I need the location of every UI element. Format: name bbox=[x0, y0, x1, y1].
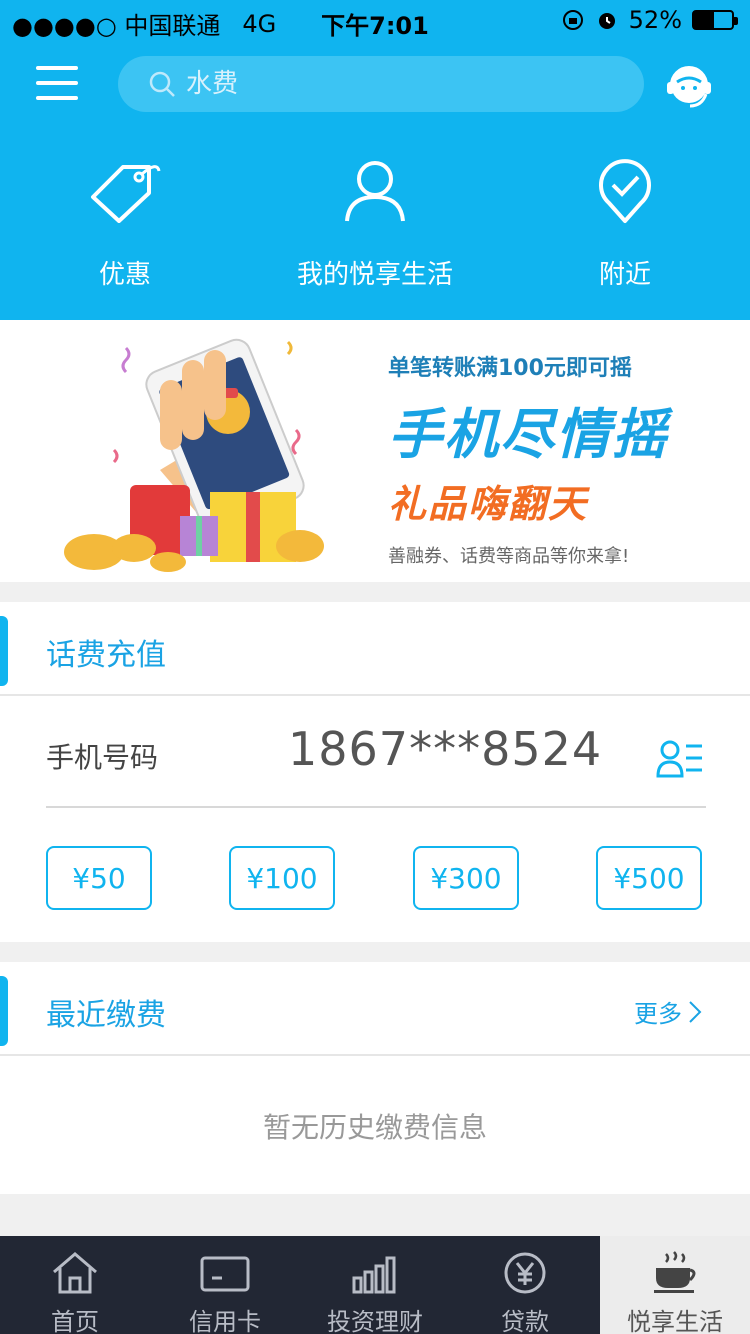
rotation-lock-icon bbox=[562, 10, 583, 30]
phone-number-row[interactable]: 手机号码 1867***8524 bbox=[46, 712, 706, 808]
chevron-right-icon bbox=[689, 1000, 702, 1023]
section-title: 最近缴费 bbox=[46, 998, 166, 1033]
bar-chart-icon bbox=[352, 1256, 396, 1294]
search-input[interactable] bbox=[186, 69, 586, 99]
coffee-cup-icon bbox=[654, 1251, 696, 1293]
recent-payments-card: 最近缴费 更多 暂无历史缴费信息 bbox=[0, 962, 750, 1194]
section-title: 话费充值 bbox=[46, 638, 166, 673]
home-icon bbox=[53, 1252, 97, 1294]
amount-100-button[interactable]: ¥100 bbox=[229, 846, 335, 910]
more-label: 更多 bbox=[634, 1000, 682, 1028]
tab-label: 信用卡 bbox=[189, 1308, 261, 1334]
phone-number-field[interactable]: 1867***8524 bbox=[288, 722, 602, 776]
section-header: 最近缴费 更多 bbox=[0, 962, 750, 1056]
banner-headline: 手机尽情摇 bbox=[388, 403, 668, 466]
amount-300-button[interactable]: ¥300 bbox=[413, 846, 519, 910]
tab-label: 首页 bbox=[51, 1308, 99, 1334]
user-icon bbox=[345, 161, 405, 222]
quick-link-nearby[interactable]: 附近 bbox=[500, 150, 750, 291]
tab-life[interactable]: 悦享生活 bbox=[600, 1236, 750, 1334]
banner-subheadline: 礼品嗨翻天 bbox=[388, 482, 589, 526]
tab-credit-card[interactable]: 信用卡 bbox=[150, 1236, 300, 1334]
empty-state-text: 暂无历史缴费信息 bbox=[262, 1111, 487, 1144]
section-accent bbox=[0, 976, 8, 1046]
shake-phone-illustration bbox=[64, 338, 324, 572]
location-check-icon bbox=[599, 159, 651, 223]
quick-link-label: 我的悦享生活 bbox=[296, 260, 453, 290]
banner-footnote: 善融券、话费等商品等你来拿! bbox=[388, 546, 630, 567]
tab-label: 投资理财 bbox=[327, 1308, 423, 1334]
phone-recharge-card: 话费充值 手机号码 1867***8524 ¥50 ¥100 ¥300 ¥500 bbox=[0, 602, 750, 942]
amount-options: ¥50 ¥100 ¥300 ¥500 bbox=[46, 846, 702, 910]
contacts-icon[interactable] bbox=[656, 738, 704, 778]
tab-label: 贷款 bbox=[501, 1308, 549, 1334]
search-bar[interactable] bbox=[118, 56, 644, 112]
tab-label: 悦享生活 bbox=[627, 1308, 723, 1334]
quick-link-label: 优惠 bbox=[98, 260, 151, 290]
tab-home[interactable]: 首页 bbox=[0, 1236, 150, 1334]
quick-link-discounts[interactable]: 优惠 bbox=[0, 150, 250, 291]
app-header: ●●●●○ 中国联通 4G 下午7:01 52% 优惠 我的 bbox=[0, 0, 750, 320]
menu-icon[interactable] bbox=[36, 66, 78, 100]
more-link[interactable]: 更多 bbox=[634, 994, 702, 1029]
amount-500-button[interactable]: ¥500 bbox=[596, 846, 702, 910]
section-header: 话费充值 bbox=[0, 602, 750, 696]
customer-service-icon[interactable] bbox=[662, 58, 716, 112]
battery-percent: 52% bbox=[628, 6, 682, 34]
status-bar: ●●●●○ 中国联通 4G 下午7:01 52% bbox=[0, 0, 750, 40]
quick-link-my-life[interactable]: 我的悦享生活 bbox=[250, 150, 500, 291]
yuan-coin-icon bbox=[504, 1252, 546, 1294]
banner-line-1: 单笔转账满100元即可摇 bbox=[388, 356, 632, 381]
amount-50-button[interactable]: ¥50 bbox=[46, 846, 152, 910]
tab-investment[interactable]: 投资理财 bbox=[300, 1236, 450, 1334]
alarm-icon bbox=[598, 13, 615, 29]
battery-icon bbox=[692, 10, 738, 30]
section-accent bbox=[0, 616, 8, 686]
quick-link-label: 附近 bbox=[598, 260, 651, 290]
phone-label: 手机号码 bbox=[46, 741, 159, 774]
tab-loans[interactable]: 贷款 bbox=[450, 1236, 600, 1334]
promo-banner[interactable]: 单笔转账满100元即可摇 手机尽情摇 礼品嗨翻天 善融券、话费等商品等你来拿! bbox=[0, 320, 750, 582]
search-icon bbox=[149, 71, 175, 97]
tag-icon bbox=[91, 165, 161, 223]
bottom-tab-bar: 首页 信用卡 投资理财 贷款 悦享生活 bbox=[0, 1236, 750, 1334]
credit-card-icon bbox=[200, 1256, 250, 1292]
